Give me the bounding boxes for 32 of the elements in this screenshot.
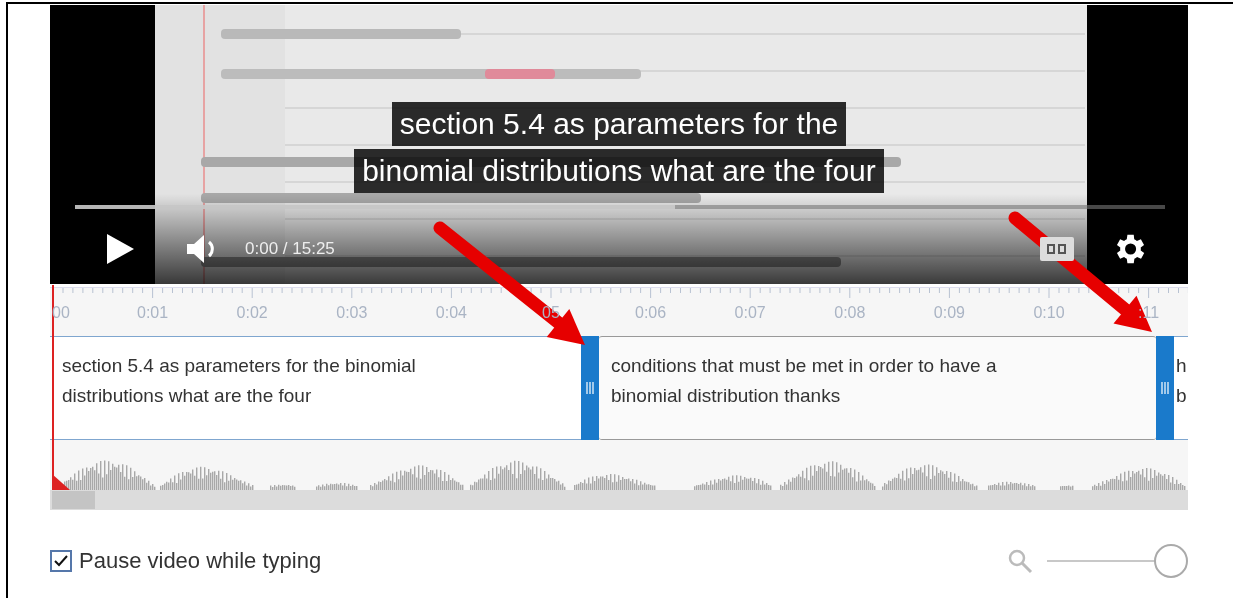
caption-block[interactable]: h b [1174,336,1188,440]
play-icon[interactable] [105,233,135,265]
time-label: 0:10 [1033,304,1065,322]
captions-icon[interactable] [1039,236,1075,262]
time-label: 0:01 [137,304,169,322]
progress-bar[interactable] [75,205,1165,209]
scrollbar[interactable] [50,490,1188,510]
resize-handle[interactable] [581,336,599,440]
caption-overlay: binomial distributions what are the four [354,149,884,193]
time-display: 0:00 / 15:25 [245,239,335,259]
caption-overlay: section 5.4 as parameters for the [391,102,847,146]
caption-block[interactable]: section 5.4 as parameters for the binomial distributions what are the four [50,336,581,440]
slider-thumb[interactable] [1154,544,1188,578]
time-label: 0:02 [236,304,268,322]
grip-icon [586,382,594,394]
time-label: 0:06 [635,304,667,322]
checkbox[interactable] [50,550,72,572]
grip-icon [1161,382,1169,394]
scrollbar-thumb[interactable] [52,491,95,509]
caption-block[interactable]: conditions that must be met in order to have a binomial distribution thanks [599,336,1156,440]
time-label: 0:07 [734,304,766,322]
zoom-slider[interactable] [1047,544,1188,578]
checkmark-icon [54,555,68,567]
checkbox-label: Pause video while typing [79,548,322,574]
time-label: 0:04 [435,304,467,322]
resize-handle[interactable] [1156,336,1174,440]
time-label: 0:09 [933,304,965,322]
search-icon [1007,548,1033,574]
time-label: 0:08 [834,304,866,322]
video-player[interactable]: section 5.4 as parameters for the binomial distributions what are the four 0:00 / 15:25 [50,5,1188,284]
time-label: 0:03 [336,304,368,322]
time-label: 05 [542,304,560,322]
